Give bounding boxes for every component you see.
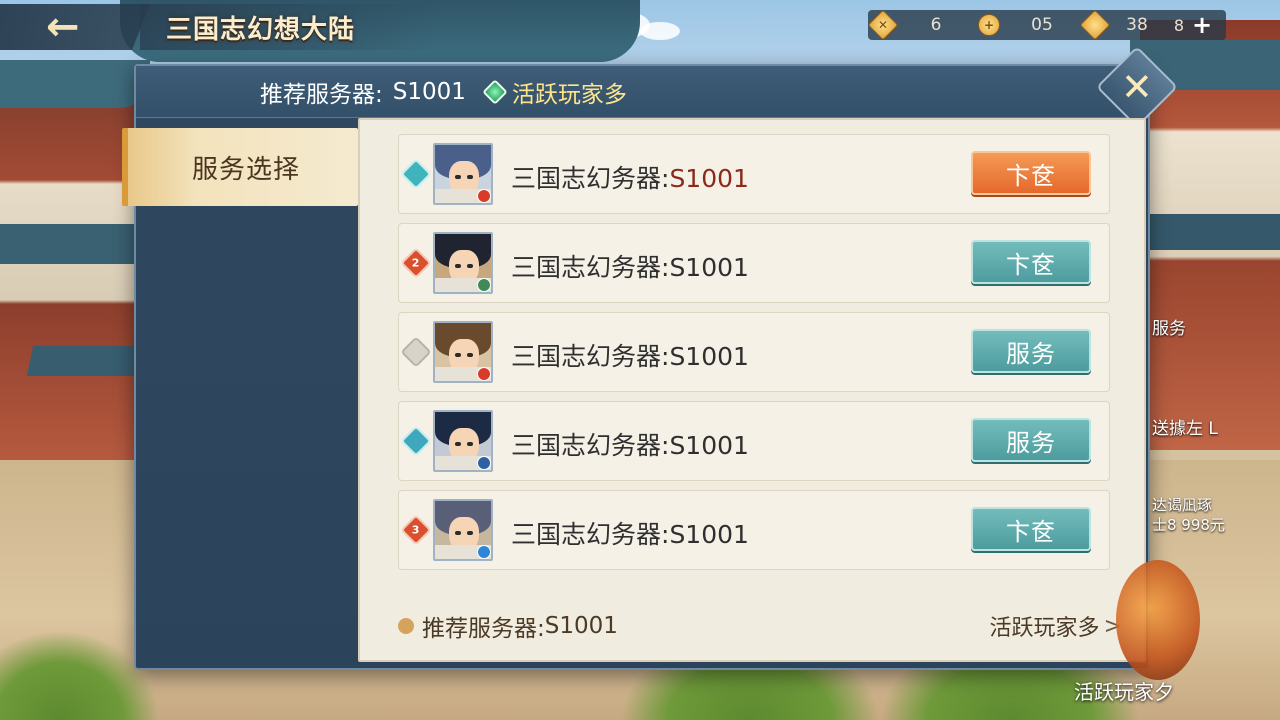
panel-footer: 推荐服务器: S1001 活跃玩家多 > xyxy=(398,606,1122,646)
active-gem-icon xyxy=(482,78,508,105)
server-name: 三国志幻务器:S1001 xyxy=(511,164,749,193)
hero-avatar xyxy=(433,143,493,205)
currency-gem-value: 6 xyxy=(930,15,942,35)
server-select-dialog: 推荐服务器: S1001 活跃玩家多 ✕ 服务选择 三国志幻务器:S1001 卞… xyxy=(122,45,1179,670)
server-id: S1001 xyxy=(669,342,749,371)
server-row[interactable]: 3 三国志幻务器:S1001 卞奁 xyxy=(398,490,1110,570)
server-row[interactable]: 三国志幻务器:S1001 服务 xyxy=(398,401,1110,481)
rank-badge-icon: 3 xyxy=(400,514,432,546)
currency-gem: ✕ 6 xyxy=(867,9,978,41)
footer-server-id: S1001 xyxy=(544,613,618,639)
gold-coin-icon: + xyxy=(978,14,1000,36)
currency-gold: + 05 xyxy=(978,10,1084,40)
server-id: S1001 xyxy=(669,431,749,460)
rank-badge-icon xyxy=(400,336,432,368)
recommended-label: 推荐服务器: xyxy=(260,81,383,108)
server-action-button[interactable]: 服务 xyxy=(971,418,1091,462)
hero-avatar xyxy=(433,232,493,294)
server-row[interactable]: 三国志幻务器:S1001 卞奁 xyxy=(398,134,1110,214)
back-button[interactable]: ← xyxy=(0,4,150,50)
server-action-button[interactable]: 服务 xyxy=(971,329,1091,373)
server-action-button[interactable]: 卞奁 xyxy=(971,240,1091,284)
server-name: 三国志幻务器:S1001 xyxy=(511,253,749,282)
active-players-label: 活跃玩家多 xyxy=(511,81,627,108)
start-orb-button[interactable] xyxy=(1116,560,1200,680)
server-action-button[interactable]: 卞奁 xyxy=(971,507,1091,551)
rank-badge-icon xyxy=(400,425,432,457)
scene-label: 服务 xyxy=(1152,319,1186,339)
tab-label: 服务选择 xyxy=(192,154,301,185)
top-bar: ← 三国志幻想大陆 ✕ 6 + 05 38 8 + xyxy=(0,0,1280,56)
hero-avatar xyxy=(433,321,493,383)
server-row[interactable]: 2 三国志幻务器:S1001 卞奁 xyxy=(398,223,1110,303)
server-list-panel: 三国志幻务器:S1001 卞奁 2 三国志幻务器:S1001 卞奁 三国志幻务器… xyxy=(358,118,1146,662)
server-row[interactable]: 三国志幻务器:S1001 服务 xyxy=(398,312,1110,392)
server-name: 三国志幻务器:S1001 xyxy=(511,342,749,371)
server-id: S1001 xyxy=(669,520,749,549)
currency-yuanbao-value: 38 xyxy=(1126,15,1148,35)
hero-avatar xyxy=(433,410,493,472)
server-name: 三国志幻务器:S1001 xyxy=(511,431,749,460)
bottom-active-label: 活跃玩家夕 xyxy=(1074,680,1174,704)
dialog-header: 推荐服务器: S1001 活跃玩家多 xyxy=(136,66,1148,118)
scene-label: 达谒凪琢 xyxy=(1152,496,1213,514)
footer-recommended-label: 推荐服务器: xyxy=(422,616,545,642)
tab-server-select[interactable]: 服务选择 xyxy=(122,128,358,206)
currency-gold-value: 05 xyxy=(1031,15,1053,35)
server-id: S1001 xyxy=(669,164,749,193)
hero-avatar xyxy=(433,499,493,561)
server-name: 三国志幻务器:S1001 xyxy=(511,520,749,549)
currency-extra-value: 8 xyxy=(1173,15,1185,35)
scene-label: 士8 998元 xyxy=(1152,516,1225,534)
add-currency-button[interactable]: + xyxy=(1192,13,1212,37)
scene-label: 送據左 L xyxy=(1152,419,1218,439)
active-players-link[interactable]: 活跃玩家多 > xyxy=(990,610,1122,642)
rank-badge-icon xyxy=(400,158,432,190)
close-icon: ✕ xyxy=(1121,65,1153,109)
currency-bar: ✕ 6 + 05 38 8 + xyxy=(867,9,1226,41)
currency-yuanbao: 38 xyxy=(1079,9,1168,41)
rank-badge-icon: 2 xyxy=(400,247,432,279)
recommended-server-id: S1001 xyxy=(392,78,466,105)
game-title: 三国志幻想大陆 xyxy=(166,14,356,45)
title-plate: 三国志幻想大陆 xyxy=(140,4,440,50)
server-id: S1001 xyxy=(669,253,749,282)
status-dot-icon xyxy=(398,618,414,634)
server-action-button[interactable]: 卞奁 xyxy=(971,151,1091,195)
back-arrow-icon: ← xyxy=(46,4,80,50)
